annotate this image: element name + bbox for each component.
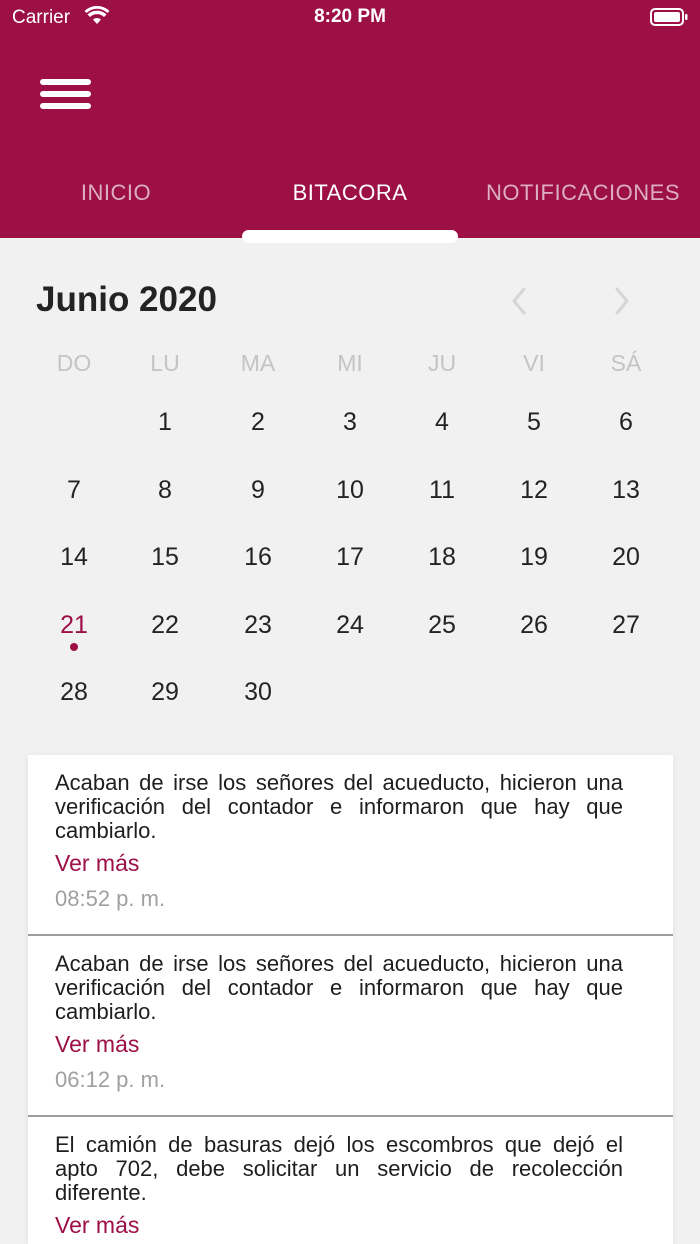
tab-inicio[interactable]: INICIO [36, 180, 196, 206]
chevron-right-icon[interactable] [612, 286, 632, 316]
chevron-left-icon[interactable] [509, 286, 529, 316]
calendar-day[interactable]: 3 [320, 408, 380, 437]
calendar-day-selected[interactable]: 21 [44, 611, 104, 640]
calendar-day[interactable]: 1 [135, 408, 195, 437]
calendar-day[interactable]: 29 [135, 678, 195, 707]
status-time: 8:20 PM [314, 6, 386, 27]
calendar-day[interactable]: 16 [228, 543, 288, 572]
calendar-day[interactable]: 22 [135, 611, 195, 640]
weekday-label: SÁ [610, 350, 642, 376]
tab-active-indicator [242, 230, 458, 243]
calendar-day[interactable]: 19 [504, 543, 564, 572]
calendar-day[interactable]: 14 [44, 543, 104, 572]
weekday-label: JU [427, 350, 457, 376]
weekday-label: MA [240, 350, 276, 376]
log-entry-text: Acaban de irse los señores del acueducto… [55, 951, 623, 1024]
calendar-day[interactable]: 4 [412, 408, 472, 437]
calendar-day[interactable]: 8 [135, 476, 195, 505]
calendar-day[interactable]: 7 [44, 476, 104, 505]
weekday-label: LU [150, 350, 180, 376]
calendar-day[interactable]: 11 [412, 476, 472, 505]
battery-icon [650, 8, 688, 26]
log-entries-list: Acaban de irse los señores del acueducto… [28, 755, 673, 1244]
calendar-day[interactable]: 24 [320, 611, 380, 640]
calendar-day[interactable]: 23 [228, 611, 288, 640]
calendar-day[interactable]: 25 [412, 611, 472, 640]
calendar-day[interactable]: 9 [228, 476, 288, 505]
weekday-label: VI [523, 350, 545, 376]
calendar-day[interactable]: 30 [228, 678, 288, 707]
log-entry-time: 06:12 p. m. [55, 1067, 166, 1092]
app-header: Carrier 8:20 PM INICIO BITACORA NOTIFICA… [0, 0, 700, 238]
see-more-link[interactable]: Ver más [55, 850, 139, 877]
calendar-day[interactable]: 15 [135, 543, 195, 572]
log-entry[interactable]: Acaban de irse los señores del acueducto… [28, 936, 673, 1117]
calendar-day[interactable]: 27 [596, 611, 656, 640]
calendar-day[interactable]: 5 [504, 408, 564, 437]
calendar-day[interactable]: 12 [504, 476, 564, 505]
status-bar: Carrier 8:20 PM [0, 0, 700, 38]
weekday-label: MI [337, 350, 363, 376]
calendar-day[interactable]: 17 [320, 543, 380, 572]
calendar-day[interactable]: 28 [44, 678, 104, 707]
log-entry-text: Acaban de irse los señores del acueducto… [55, 770, 623, 843]
calendar-day[interactable]: 20 [596, 543, 656, 572]
see-more-link[interactable]: Ver más [55, 1031, 139, 1058]
see-more-link[interactable]: Ver más [55, 1212, 139, 1239]
weekday-label: DO [56, 350, 92, 376]
calendar-day[interactable]: 26 [504, 611, 564, 640]
calendar-day[interactable]: 6 [596, 408, 656, 437]
tab-notificaciones[interactable]: NOTIFICACIONES [478, 180, 688, 206]
calendar-day[interactable]: 10 [320, 476, 380, 505]
calendar-day[interactable]: 2 [228, 408, 288, 437]
calendar-day[interactable]: 13 [596, 476, 656, 505]
event-dot-indicator [70, 643, 78, 651]
log-entry-text: El camión de basuras dejó los escombros … [55, 1132, 623, 1205]
calendar-day[interactable]: 18 [412, 543, 472, 572]
log-entry-time: 08:52 p. m. [55, 886, 166, 911]
tab-bitacora[interactable]: BITACORA [250, 180, 450, 206]
log-entry[interactable]: Acaban de irse los señores del acueducto… [28, 755, 673, 936]
month-title: Junio 2020 [36, 280, 217, 319]
hamburger-menu-icon[interactable] [40, 79, 91, 109]
log-entry[interactable]: El camión de basuras dejó los escombros … [28, 1117, 673, 1244]
